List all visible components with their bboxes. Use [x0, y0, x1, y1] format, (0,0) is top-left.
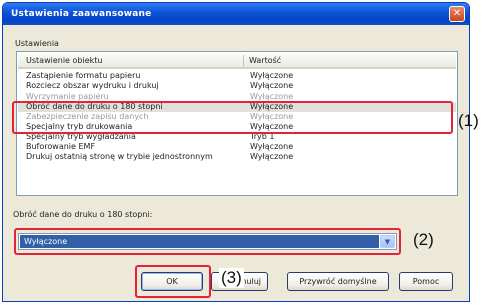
callout-1: (1) [458, 111, 479, 130]
setting-name: Rozciecz obszar wydruku i drukuj [26, 81, 159, 90]
settings-group-label: Ustawienia [15, 39, 59, 48]
dialog-title: Ustawienia zaawansowane [11, 9, 152, 19]
column-divider[interactable] [243, 55, 244, 67]
setting-value: Wyłączone [250, 71, 294, 80]
list-item[interactable]: Buforowanie EMF Wyłączone [18, 142, 456, 152]
title-bar[interactable]: Ustawienia zaawansowane ✕ [3, 3, 469, 25]
highlight-box-1 [12, 101, 453, 134]
setting-name: Buforowanie EMF [26, 142, 96, 151]
column-header-value[interactable]: Wartość [249, 56, 281, 65]
callout-2: (2) [413, 230, 434, 249]
close-icon[interactable]: ✕ [449, 6, 465, 22]
setting-name: Zastąpienie formatu papieru [26, 71, 141, 80]
list-header: Ustawienie obiektu Wartość [18, 53, 456, 69]
setting-name: Wyrzymanie papieru [26, 92, 109, 101]
rotate-field-label: Obróć dane do druku o 180 stopni: [13, 210, 153, 219]
setting-value: Wyłączone [250, 142, 294, 151]
list-item[interactable]: Drukuj ostatnią stronę w trybie jednostr… [18, 152, 456, 162]
highlight-box-3 [135, 265, 211, 298]
help-button[interactable]: Pomoc [399, 272, 453, 291]
list-item[interactable]: Zastąpienie formatu papieru Wyłączone [18, 71, 456, 81]
restore-defaults-button[interactable]: Przywróć domyślne [287, 272, 389, 291]
setting-name: Drukuj ostatnią stronę w trybie jednostr… [26, 152, 213, 161]
callout-3: (3) [219, 268, 244, 288]
setting-value: Wyłączone [250, 152, 294, 161]
highlight-box-2 [14, 228, 401, 255]
column-header-setting[interactable]: Ustawienie obiektu [26, 56, 102, 65]
setting-value: Wyłączone [250, 81, 294, 90]
list-item[interactable]: Rozciecz obszar wydruku i drukuj Wyłączon… [18, 81, 456, 91]
setting-value: Wyłączone [250, 92, 294, 101]
advanced-settings-dialog: Ustawienia zaawansowane ✕ Ustawienia Ust… [2, 2, 470, 302]
